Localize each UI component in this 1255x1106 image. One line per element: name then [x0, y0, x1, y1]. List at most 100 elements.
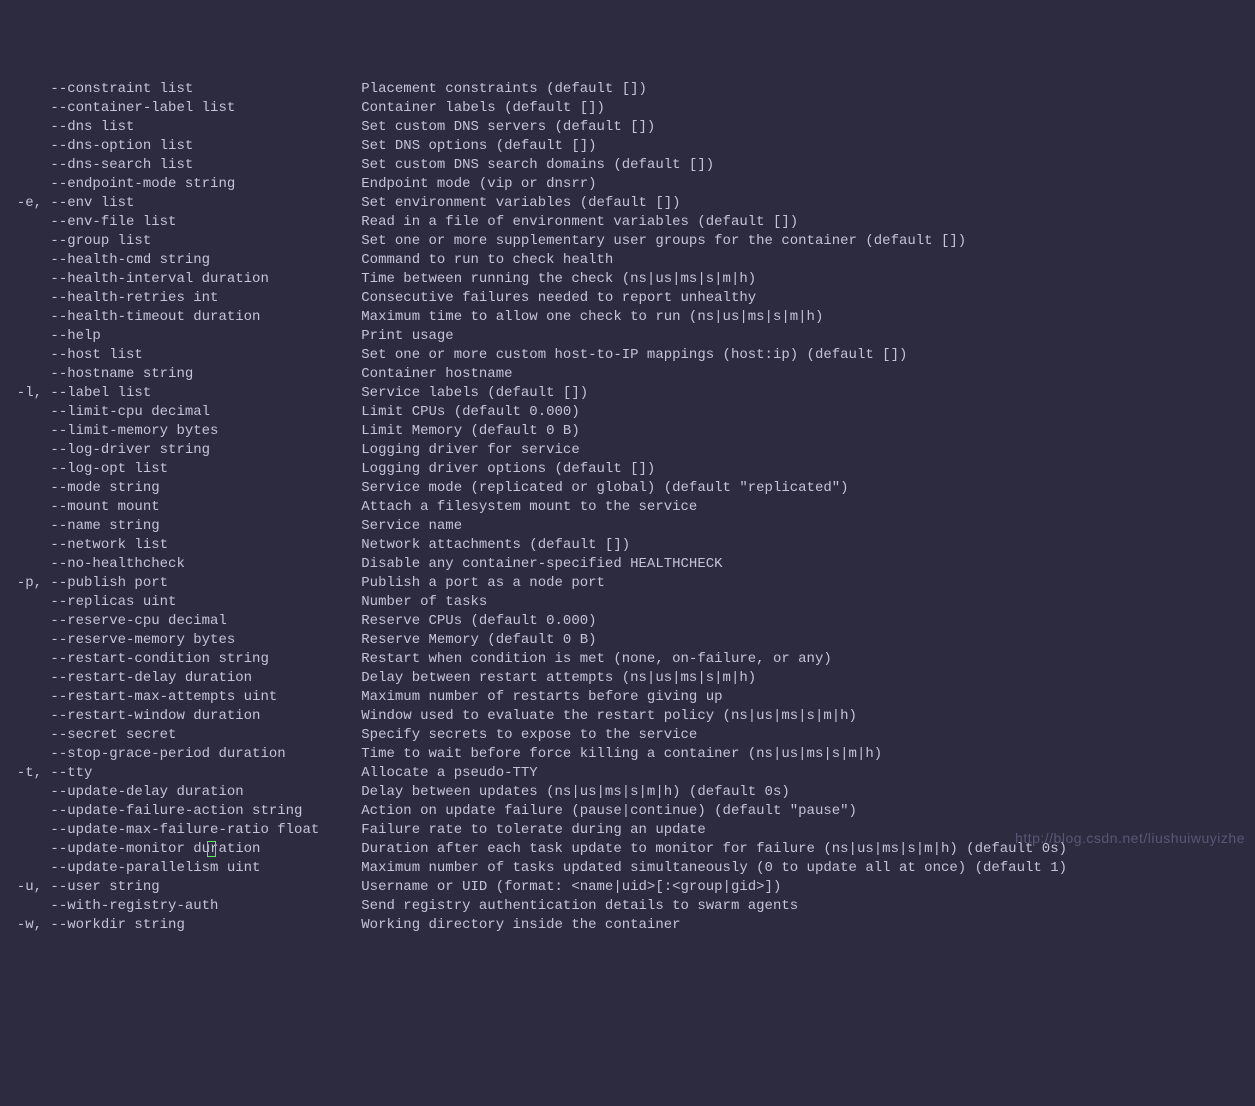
long-flag: --endpoint-mode string [50, 176, 361, 192]
short-flag [0, 841, 50, 857]
option-line: --log-opt list Logging driver options (d… [0, 460, 1255, 479]
short-flag [0, 271, 50, 287]
option-line: --restart-max-attempts uint Maximum numb… [0, 688, 1255, 707]
short-flag [0, 689, 50, 705]
long-flag: --stop-grace-period duration [50, 746, 361, 762]
option-line: --env-file list Read in a file of enviro… [0, 213, 1255, 232]
long-flag: --constraint list [50, 81, 361, 97]
option-line: --secret secret Specify secrets to expos… [0, 726, 1255, 745]
short-flag [0, 499, 50, 515]
long-flag: --name string [50, 518, 361, 534]
short-flag: -l, [0, 385, 50, 401]
option-description: Set DNS options (default []) [361, 138, 596, 154]
short-flag [0, 461, 50, 477]
short-flag [0, 290, 50, 306]
option-line: --no-healthcheck Disable any container-s… [0, 555, 1255, 574]
option-line: --limit-cpu decimal Limit CPUs (default … [0, 403, 1255, 422]
option-line: --with-registry-auth Send registry authe… [0, 897, 1255, 916]
short-flag [0, 670, 50, 686]
short-flag [0, 176, 50, 192]
short-flag [0, 822, 50, 838]
short-flag: -e, [0, 195, 50, 211]
option-line: --dns-option list Set DNS options (defau… [0, 137, 1255, 156]
option-line: --network list Network attachments (defa… [0, 536, 1255, 555]
option-description: Service name [361, 518, 462, 534]
short-flag: -w, [0, 917, 50, 933]
option-line: --hostname string Container hostname [0, 365, 1255, 384]
option-description: Set environment variables (default []) [361, 195, 680, 211]
option-description: Limit CPUs (default 0.000) [361, 404, 579, 420]
option-line: --health-cmd string Command to run to ch… [0, 251, 1255, 270]
option-line: -e, --env list Set environment variables… [0, 194, 1255, 213]
short-flag [0, 651, 50, 667]
option-description: Window used to evaluate the restart poli… [361, 708, 857, 724]
option-description: Read in a file of environment variables … [361, 214, 798, 230]
watermark-text: http://blog.csdn.net/liushuiwuyizhe [1015, 829, 1245, 848]
short-flag [0, 480, 50, 496]
option-description: Maximum time to allow one check to run (… [361, 309, 823, 325]
short-flag [0, 81, 50, 97]
long-flag: --update-delay duration [50, 784, 361, 800]
long-flag: --env list [50, 195, 361, 211]
short-flag [0, 157, 50, 173]
long-flag: --dns-search list [50, 157, 361, 173]
short-flag [0, 366, 50, 382]
option-line: --replicas uint Number of tasks [0, 593, 1255, 612]
short-flag [0, 309, 50, 325]
option-description: Attach a filesystem mount to the service [361, 499, 697, 515]
long-flag: --restart-window duration [50, 708, 361, 724]
option-line: --host list Set one or more custom host-… [0, 346, 1255, 365]
short-flag [0, 537, 50, 553]
option-description: Failure rate to tolerate during an updat… [361, 822, 705, 838]
long-flag: --no-healthcheck [50, 556, 361, 572]
option-line: --update-delay duration Delay between up… [0, 783, 1255, 802]
short-flag [0, 784, 50, 800]
long-flag: --publish port [50, 575, 361, 591]
long-flag: --limit-memory bytes [50, 423, 361, 439]
long-flag: --health-retries int [50, 290, 361, 306]
short-flag: -u, [0, 879, 50, 895]
option-description: Username or UID (format: <name|uid>[:<gr… [361, 879, 781, 895]
option-description: Duration after each task update to monit… [361, 841, 1067, 857]
option-description: Logging driver options (default []) [361, 461, 655, 477]
long-flag: --restart-condition string [50, 651, 361, 667]
short-flag [0, 423, 50, 439]
short-flag [0, 860, 50, 876]
long-flag: --replicas uint [50, 594, 361, 610]
long-flag: --log-opt list [50, 461, 361, 477]
long-flag: --reserve-cpu decimal [50, 613, 361, 629]
option-description: Allocate a pseudo-TTY [361, 765, 537, 781]
option-description: Service labels (default []) [361, 385, 588, 401]
short-flag [0, 898, 50, 914]
short-flag: -p, [0, 575, 50, 591]
option-description: Container hostname [361, 366, 512, 382]
option-line: --stop-grace-period duration Time to wai… [0, 745, 1255, 764]
option-line: --dns list Set custom DNS servers (defau… [0, 118, 1255, 137]
long-flag: --host list [50, 347, 361, 363]
long-flag: --health-cmd string [50, 252, 361, 268]
option-line: -p, --publish port Publish a port as a n… [0, 574, 1255, 593]
short-flag [0, 214, 50, 230]
long-flag: --with-registry-auth [50, 898, 361, 914]
long-flag: --env-file list [50, 214, 361, 230]
terminal-output[interactable]: --constraint list Placement constraints … [0, 80, 1255, 935]
option-description: Placement constraints (default []) [361, 81, 647, 97]
long-flag: --label list [50, 385, 361, 401]
option-line: --dns-search list Set custom DNS search … [0, 156, 1255, 175]
option-description: Delay between restart attempts (ns|us|ms… [361, 670, 756, 686]
option-description: Set one or more custom host-to-IP mappin… [361, 347, 907, 363]
short-flag [0, 233, 50, 249]
long-flag: --tty [50, 765, 361, 781]
long-flag: --hostname string [50, 366, 361, 382]
terminal-cursor [207, 841, 216, 857]
long-flag: --mode string [50, 480, 361, 496]
option-description: Publish a port as a node port [361, 575, 605, 591]
short-flag [0, 328, 50, 344]
option-description: Set custom DNS servers (default []) [361, 119, 655, 135]
option-description: Logging driver for service [361, 442, 579, 458]
option-description: Specify secrets to expose to the service [361, 727, 697, 743]
long-flag: --restart-delay duration [50, 670, 361, 686]
option-description: Time between running the check (ns|us|ms… [361, 271, 756, 287]
option-line: --reserve-memory bytes Reserve Memory (d… [0, 631, 1255, 650]
long-flag: --help [50, 328, 361, 344]
